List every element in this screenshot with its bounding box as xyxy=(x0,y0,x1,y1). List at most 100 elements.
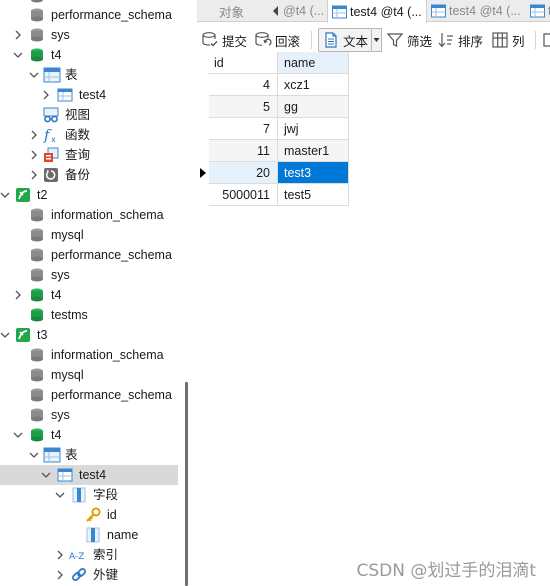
tree-item-functions[interactable]: fx 函数 xyxy=(0,125,178,145)
chevron-right-icon[interactable] xyxy=(29,149,39,161)
tree-item-information-schema[interactable]: information_schema xyxy=(0,345,178,365)
row-indicator[interactable] xyxy=(197,118,209,140)
tab-objects[interactable]: 对象 xyxy=(205,0,265,22)
tree-item-test4[interactable]: test4 xyxy=(0,85,178,105)
tree-item-label: mysql xyxy=(51,228,84,242)
tree-item-performance-schema[interactable]: performance_schema xyxy=(0,5,178,25)
commit-button[interactable]: 提交 xyxy=(201,28,247,52)
cell-name[interactable]: test5 xyxy=(278,184,349,206)
chevron-right-icon[interactable] xyxy=(55,569,65,581)
table-row[interactable]: 7 jwj xyxy=(197,118,357,140)
rollback-button[interactable]: 回滚 xyxy=(254,28,300,52)
tree-item-field-name[interactable]: name xyxy=(0,525,178,545)
svg-text:x: x xyxy=(51,135,56,143)
tree-item-tables[interactable]: 表 xyxy=(0,65,178,85)
tree-item-backups[interactable]: 备份 xyxy=(0,165,178,185)
chevron-down-icon[interactable] xyxy=(13,49,23,61)
chevron-right-icon[interactable] xyxy=(55,549,65,561)
tree-item-label: name xyxy=(107,528,139,542)
chevron-down-icon[interactable] xyxy=(29,69,39,81)
table-row-current[interactable]: 20 test3 xyxy=(197,162,357,184)
tab-test4-active[interactable]: test4 @t4 (... xyxy=(327,0,427,23)
navigator-scrollbar-thumb[interactable] xyxy=(185,382,188,586)
tree-item-label: id xyxy=(107,508,117,522)
more-button[interactable] xyxy=(542,28,550,52)
chevron-down-icon[interactable] xyxy=(0,329,10,341)
tree-item-sys[interactable]: sys xyxy=(0,405,178,425)
current-row-indicator[interactable] xyxy=(197,162,209,184)
tree-item-fields[interactable]: 字段 xyxy=(0,485,178,505)
tab-partial[interactable]: te xyxy=(529,0,550,22)
column-header-name[interactable]: name xyxy=(278,52,349,74)
column-header-id[interactable]: id xyxy=(208,52,278,74)
table-row[interactable]: 4 xcz1 xyxy=(197,74,357,96)
cell-id[interactable]: 11 xyxy=(209,140,278,162)
table-row[interactable]: 5000011 test5 xyxy=(197,184,357,206)
row-indicator[interactable] xyxy=(197,184,209,206)
tab-bar: 对象 @t4 (... test4 @t4 (... test4 @t4 (..… xyxy=(197,0,550,23)
toolbar-separator xyxy=(311,31,312,49)
chevron-right-icon[interactable] xyxy=(29,169,39,181)
row-indicator[interactable] xyxy=(197,96,209,118)
chevron-down-icon[interactable] xyxy=(55,489,65,501)
sort-button[interactable]: 排序 xyxy=(437,28,483,52)
tree-item-performance-schema[interactable]: performance_schema xyxy=(0,385,178,405)
database-icon xyxy=(29,387,45,403)
tree-item-test4-selected[interactable]: test4 xyxy=(0,465,178,485)
row-indicator[interactable] xyxy=(197,74,209,96)
navigator-tree: performance_schema sys t4 表 test4 视图 f x… xyxy=(0,0,182,586)
table-row[interactable]: 5 gg xyxy=(197,96,357,118)
table-folder-icon xyxy=(43,67,61,83)
database-icon xyxy=(29,287,45,303)
text-view-dropdown[interactable] xyxy=(372,28,382,52)
tree-item-label: test4 xyxy=(79,88,107,102)
cell-id[interactable]: 7 xyxy=(209,118,278,140)
table-row[interactable]: 11 master1 xyxy=(197,140,357,162)
tree-item-t4[interactable]: t4 xyxy=(0,425,178,445)
chevron-right-icon[interactable] xyxy=(13,29,23,41)
tree-item-tables[interactable]: 表 xyxy=(0,445,178,465)
cell-id[interactable]: 20 xyxy=(209,162,278,184)
chevron-down-icon[interactable] xyxy=(0,189,10,201)
cell-id[interactable]: 4 xyxy=(209,74,278,96)
chevron-right-icon[interactable] xyxy=(13,289,23,301)
chevron-down-icon[interactable] xyxy=(13,429,23,441)
database-icon xyxy=(29,227,45,243)
chevron-down-icon[interactable] xyxy=(29,449,39,461)
tree-item-information-schema[interactable]: information_schema xyxy=(0,205,178,225)
tree-item-mysql[interactable]: mysql xyxy=(0,365,178,385)
tree-item-t4[interactable]: t4 xyxy=(0,285,178,305)
tree-item-connection-t2[interactable]: t2 xyxy=(0,185,178,205)
cell-id[interactable]: 5 xyxy=(209,96,278,118)
fields-icon xyxy=(71,487,87,503)
tree-item-performance-schema[interactable]: performance_schema xyxy=(0,245,178,265)
columns-button[interactable]: 列 xyxy=(491,28,525,52)
text-view-button[interactable]: 文本 xyxy=(318,28,373,52)
filter-button[interactable]: 筛选 xyxy=(386,28,432,52)
tree-item-connection-t3[interactable]: t3 xyxy=(0,325,178,345)
chevron-right-icon[interactable] xyxy=(41,89,51,101)
row-indicator[interactable] xyxy=(197,140,209,162)
tree-item-foreign-keys[interactable]: 外键 xyxy=(0,565,178,585)
tree-item-label: information_schema xyxy=(51,208,164,222)
cell-name[interactable]: xcz1 xyxy=(278,74,349,96)
cell-name[interactable]: jwj xyxy=(278,118,349,140)
cell-id[interactable]: 5000011 xyxy=(209,184,278,206)
tree-item-queries[interactable]: 查询 xyxy=(0,145,178,165)
chevron-down-icon[interactable] xyxy=(41,469,51,481)
tree-item-mysql[interactable]: mysql xyxy=(0,225,178,245)
tree-item-indexes[interactable]: A-Z 索引 xyxy=(0,545,178,565)
tab-scroll-left-icon[interactable] xyxy=(269,2,283,20)
tree-item-views[interactable]: 视图 xyxy=(0,105,178,125)
tree-item-sys[interactable]: sys xyxy=(0,25,178,45)
tab-test4[interactable]: test4 @t4 (... xyxy=(429,0,527,22)
cell-name[interactable]: master1 xyxy=(278,140,349,162)
tree-item-t4[interactable]: t4 xyxy=(0,45,178,65)
tree-item-testms[interactable]: testms xyxy=(0,305,178,325)
tab-query-t4[interactable]: @t4 (... xyxy=(283,0,327,22)
cell-name[interactable]: gg xyxy=(278,96,349,118)
tree-item-field-id[interactable]: id xyxy=(0,505,178,525)
chevron-right-icon[interactable] xyxy=(29,129,39,141)
tree-item-sys[interactable]: sys xyxy=(0,265,178,285)
cell-name-selected[interactable]: test3 xyxy=(278,162,349,184)
